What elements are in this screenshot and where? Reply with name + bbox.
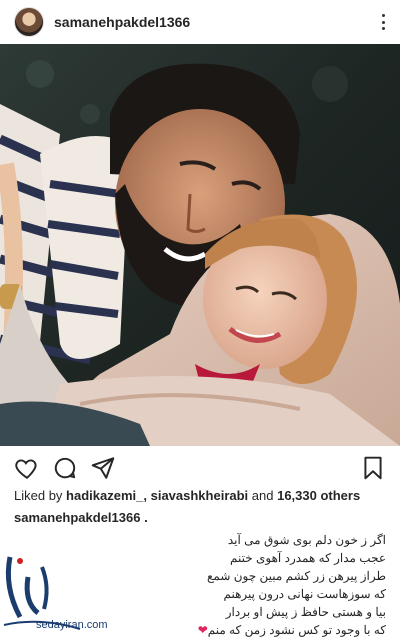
comment-icon[interactable] xyxy=(52,455,78,481)
site-watermark: sedayiran.com xyxy=(0,547,160,639)
bookmark-icon[interactable] xyxy=(360,455,386,481)
liked-by-user-2[interactable]: siavashkheirabi xyxy=(151,488,249,503)
post-username[interactable]: samanehpakdel1366 xyxy=(54,14,376,30)
likes-prefix: Liked by xyxy=(14,488,67,503)
watermark-site-text: sedayiran.com xyxy=(36,619,108,631)
likes-line: Liked by hadikazemi_, siavashkheirabi an… xyxy=(0,488,400,504)
red-heart-emoji: ❤ xyxy=(197,623,208,637)
likes-middle: and xyxy=(248,488,278,503)
caption-username[interactable]: samanehpakdel1366 . xyxy=(0,509,400,527)
liked-by-user-1[interactable]: hadikazemi_ xyxy=(66,488,143,503)
post-actions xyxy=(0,446,400,490)
heart-icon[interactable] xyxy=(14,455,40,481)
caption-line-text: که با وجود تو کس نشود زمن که منم xyxy=(207,623,386,637)
avatar[interactable] xyxy=(14,7,44,37)
likes-count[interactable]: 16,330 others xyxy=(277,488,360,503)
more-vertical-icon[interactable] xyxy=(376,12,390,32)
likes-separator: , xyxy=(143,488,151,503)
post-header: samanehpakdel1366 xyxy=(0,0,400,44)
post-photo-image xyxy=(0,44,400,446)
post-photo[interactable] xyxy=(0,44,400,446)
direct-share-icon[interactable] xyxy=(90,455,116,481)
